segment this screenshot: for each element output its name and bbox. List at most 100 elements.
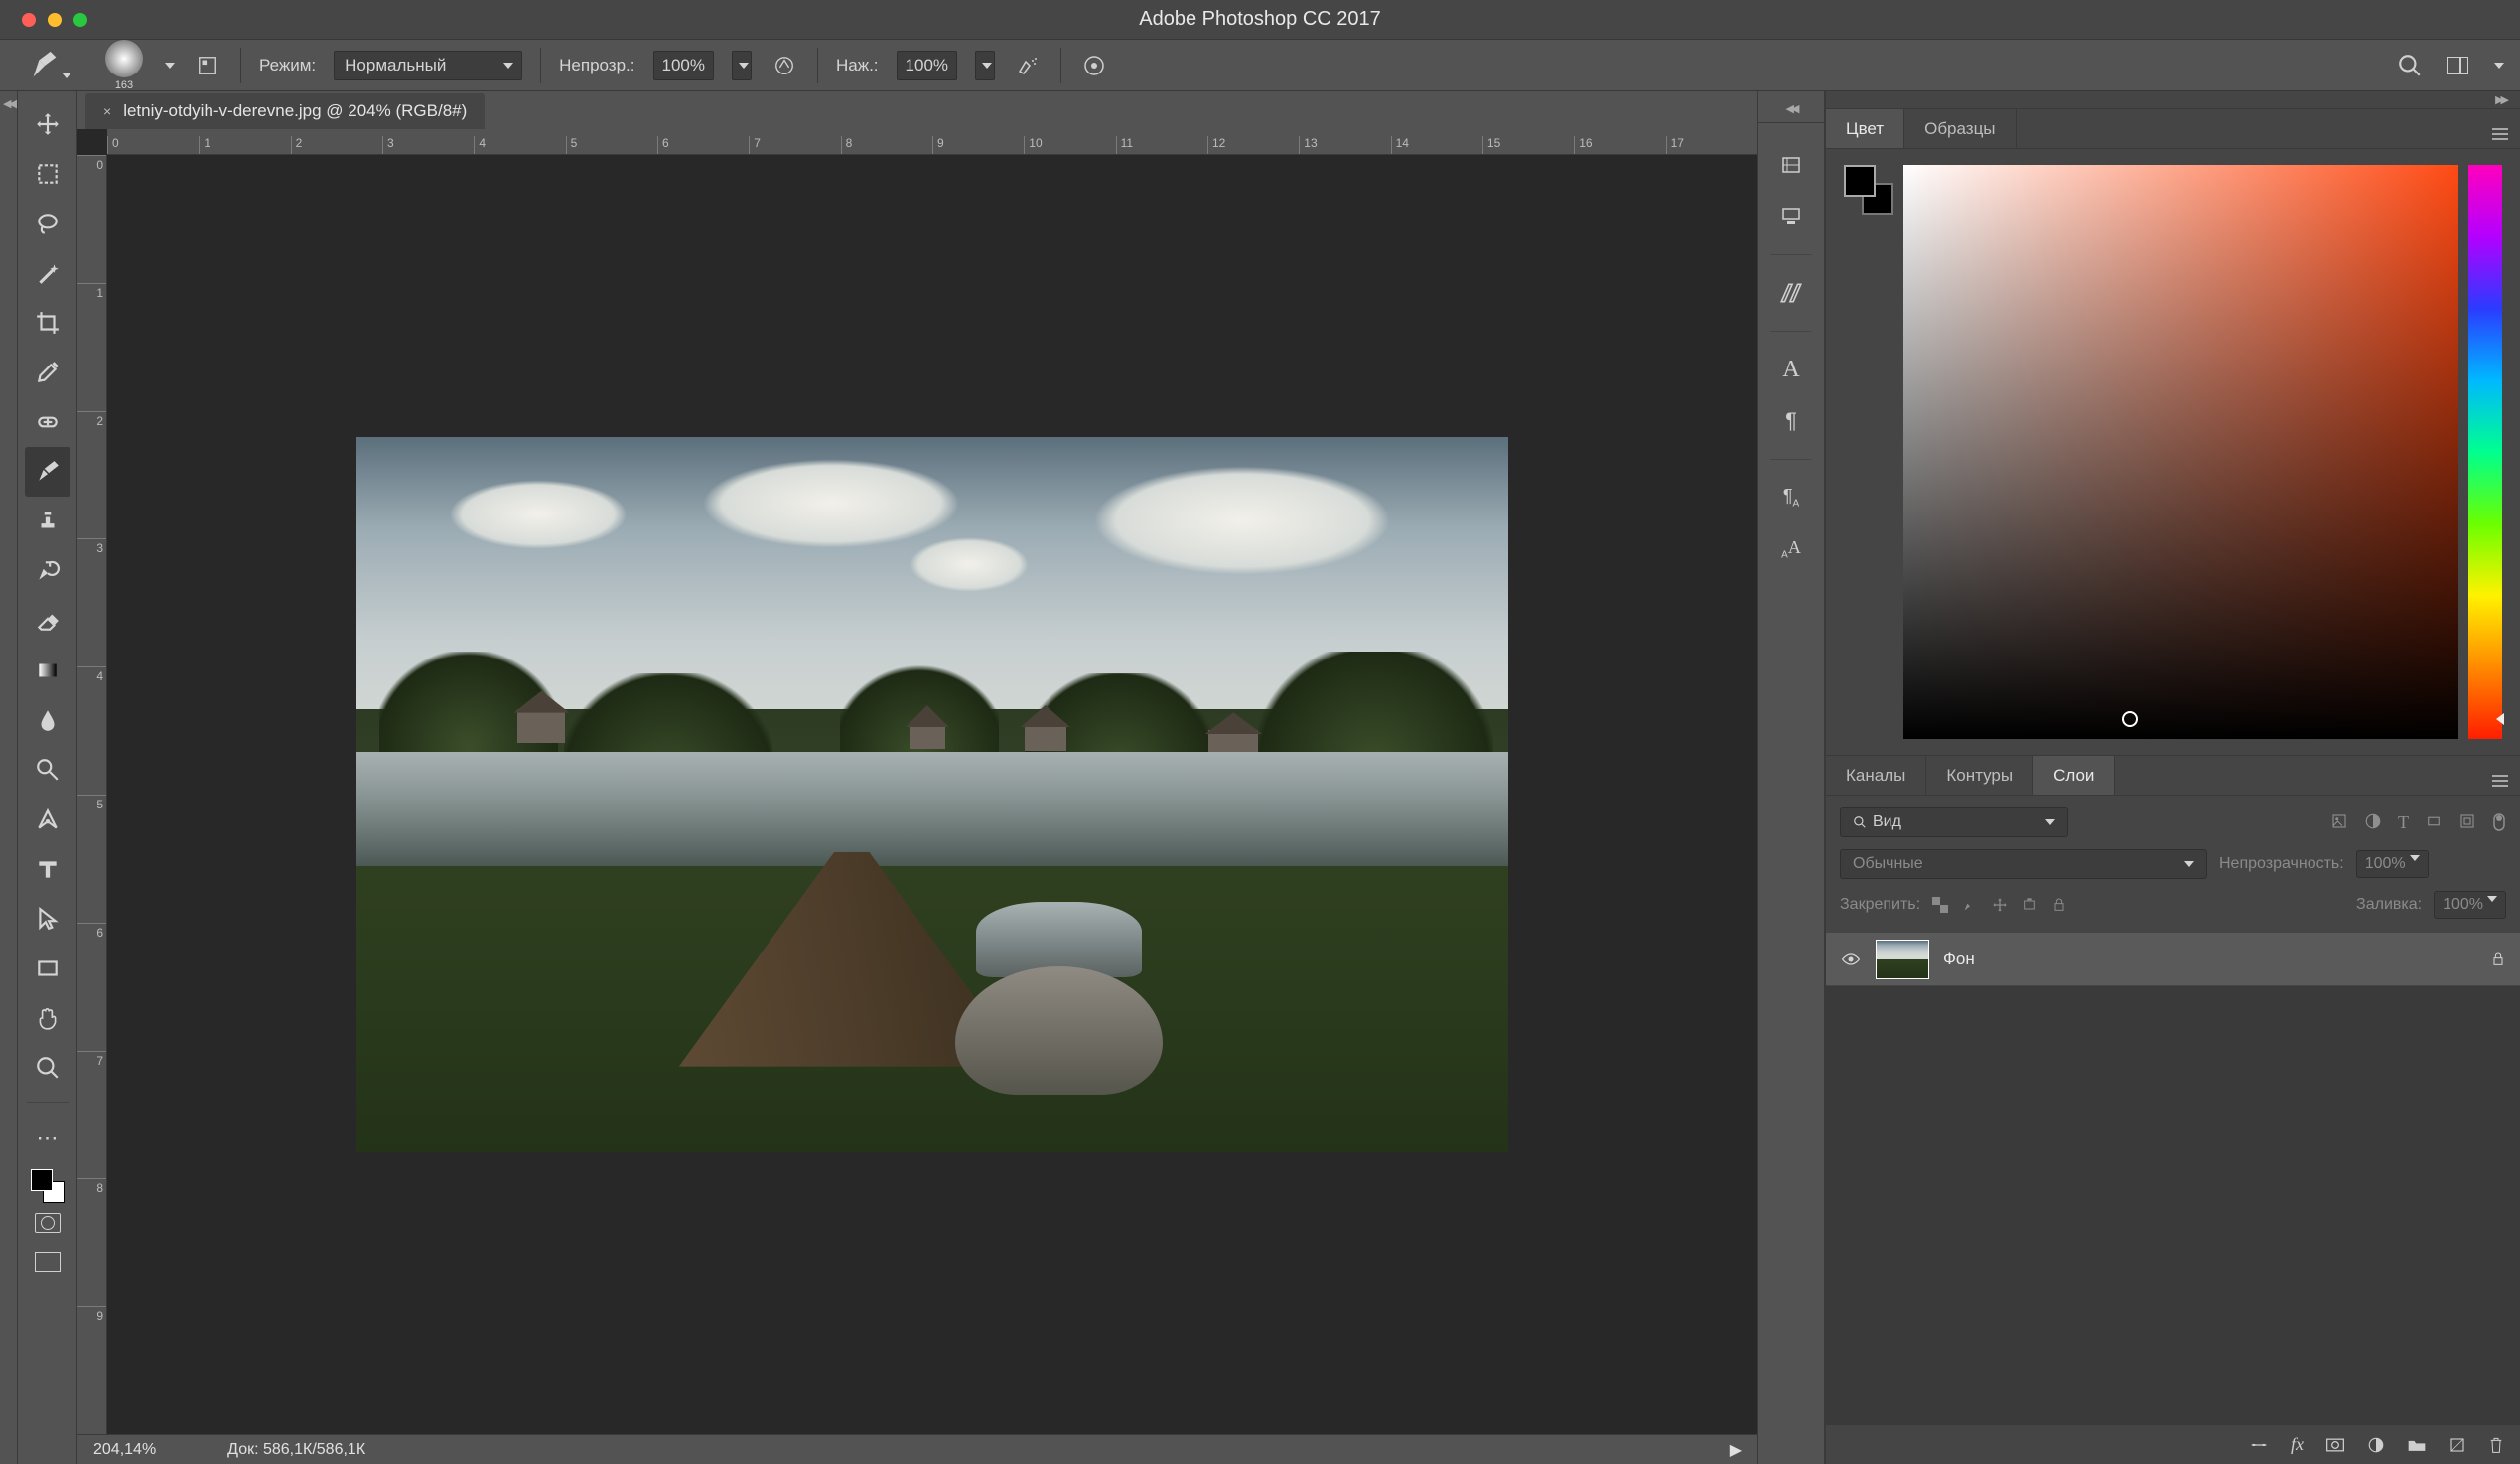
lock-all-icon[interactable]: [2051, 897, 2067, 913]
hand-tool[interactable]: [25, 993, 70, 1043]
close-window-button[interactable]: [22, 13, 36, 27]
dock-collapse-icon[interactable]: ◀◀: [1758, 107, 1824, 123]
new-group-icon[interactable]: [2407, 1437, 2427, 1453]
foreground-background-colors[interactable]: [31, 1169, 65, 1203]
marquee-tool[interactable]: [25, 149, 70, 199]
document-tab[interactable]: × letniy-otdyih-v-derevne.jpg @ 204% (RG…: [85, 93, 485, 129]
minimize-window-button[interactable]: [48, 13, 62, 27]
layer-visibility-icon[interactable]: [1840, 952, 1862, 966]
search-icon[interactable]: [2395, 51, 2425, 80]
layer-style-icon[interactable]: fx: [2291, 1434, 2304, 1455]
flow-field[interactable]: 100%: [897, 51, 957, 80]
brush-preset-picker[interactable]: 163: [105, 40, 143, 91]
delete-layer-icon[interactable]: [2488, 1436, 2504, 1454]
filter-pixel-icon[interactable]: [2330, 812, 2348, 833]
edit-toolbar-icon[interactable]: ⋯: [25, 1113, 70, 1163]
flow-step-button[interactable]: [975, 51, 995, 80]
filter-toggle-icon[interactable]: [2492, 812, 2506, 833]
filter-shape-icon[interactable]: [2425, 812, 2443, 833]
pressure-size-icon[interactable]: [1079, 51, 1109, 80]
horizontal-ruler[interactable]: 01234567891011121314151617: [107, 129, 1757, 155]
chevron-down-icon[interactable]: [2494, 63, 2504, 69]
airbrush-icon[interactable]: [1013, 51, 1043, 80]
paragraph-panel-icon[interactable]: ¶: [1769, 399, 1813, 443]
filter-adjustment-icon[interactable]: [2364, 812, 2382, 833]
blend-mode-select[interactable]: Обычные: [1840, 849, 2207, 879]
blur-tool[interactable]: [25, 695, 70, 745]
tab-layers[interactable]: Слои: [2033, 756, 2115, 795]
color-field[interactable]: [1903, 165, 2458, 739]
filter-smart-icon[interactable]: [2458, 812, 2476, 833]
properties-panel-icon[interactable]: [1769, 195, 1813, 238]
zoom-value[interactable]: 204,14%: [93, 1441, 156, 1459]
pressure-opacity-icon[interactable]: [770, 51, 799, 80]
zoom-tool[interactable]: [25, 1043, 70, 1093]
maximize-window-button[interactable]: [73, 13, 87, 27]
character-styles-icon[interactable]: ¶A: [1769, 476, 1813, 519]
tab-swatches[interactable]: Образцы: [1904, 109, 2016, 148]
path-selection-tool[interactable]: [25, 894, 70, 944]
canvas[interactable]: [107, 155, 1757, 1434]
layer-row[interactable]: Фон: [1826, 933, 2520, 986]
gradient-tool[interactable]: [25, 646, 70, 695]
character-panel-icon[interactable]: A: [1769, 348, 1813, 391]
layer-fill-field[interactable]: 100%: [2434, 891, 2506, 919]
link-layers-icon[interactable]: [2249, 1438, 2269, 1452]
options-bar: 163 Режим: Нормальный Непрозр.: 100% Наж…: [0, 40, 2520, 91]
hue-marker-icon: [2496, 713, 2504, 725]
clone-stamp-tool[interactable]: [25, 497, 70, 546]
lock-position-icon[interactable]: [1992, 897, 2008, 913]
glyphs-panel-icon[interactable]: [1769, 271, 1813, 315]
tab-color[interactable]: Цвет: [1826, 109, 1904, 148]
paragraph-styles-icon[interactable]: AA: [1769, 527, 1813, 571]
layer-opacity-label: Непрозрачность:: [2219, 855, 2344, 873]
tab-channels[interactable]: Каналы: [1826, 756, 1926, 795]
history-brush-tool[interactable]: [25, 546, 70, 596]
arrange-documents-icon[interactable]: [2443, 51, 2472, 80]
pen-tool[interactable]: [25, 795, 70, 844]
chevron-down-icon[interactable]: [165, 63, 175, 69]
eraser-tool[interactable]: [25, 596, 70, 646]
status-menu-icon[interactable]: ▶: [1730, 1440, 1742, 1460]
magic-wand-tool[interactable]: [25, 248, 70, 298]
tab-paths[interactable]: Контуры: [1926, 756, 2033, 795]
rectangle-tool[interactable]: [25, 944, 70, 993]
lock-transparency-icon[interactable]: [1932, 897, 1948, 913]
lasso-tool[interactable]: [25, 199, 70, 248]
panel-menu-icon[interactable]: [2492, 764, 2508, 787]
filter-type-icon[interactable]: T: [2398, 812, 2409, 833]
screen-mode-icon[interactable]: [25, 1243, 70, 1282]
layer-mask-icon[interactable]: [2325, 1437, 2345, 1453]
hue-slider[interactable]: [2468, 165, 2502, 739]
dodge-tool[interactable]: [25, 745, 70, 795]
panel-menu-icon[interactable]: [2492, 117, 2508, 140]
opacity-field[interactable]: 100%: [653, 51, 714, 80]
adjustment-layer-icon[interactable]: [2367, 1436, 2385, 1454]
fg-bg-mini-swatch[interactable]: [1844, 165, 1893, 215]
layer-lock-icon[interactable]: [2490, 951, 2506, 968]
brush-tool[interactable]: [25, 447, 70, 497]
left-edge-strip[interactable]: ◀◀: [0, 91, 18, 1464]
brush-panel-toggle-icon[interactable]: [193, 51, 222, 80]
opacity-step-button[interactable]: [732, 51, 752, 80]
blend-mode-select[interactable]: Нормальный: [334, 51, 522, 80]
panels-collapse-icon[interactable]: ▶▶: [2495, 93, 2506, 106]
current-tool-icon[interactable]: [28, 49, 62, 82]
layer-filter-select[interactable]: Вид: [1840, 807, 2068, 837]
layer-name[interactable]: Фон: [1943, 950, 1975, 969]
layer-opacity-field[interactable]: 100%: [2356, 850, 2429, 878]
move-tool[interactable]: [25, 99, 70, 149]
lock-artboard-icon[interactable]: [2022, 897, 2037, 913]
crop-tool[interactable]: [25, 298, 70, 348]
document-area: × letniy-otdyih-v-derevne.jpg @ 204% (RG…: [77, 91, 1757, 1464]
healing-brush-tool[interactable]: [25, 397, 70, 447]
app-title: Adobe Photoshop CC 2017: [1139, 8, 1381, 31]
type-tool[interactable]: [25, 844, 70, 894]
close-tab-icon[interactable]: ×: [103, 103, 111, 119]
eyedropper-tool[interactable]: [25, 348, 70, 397]
new-layer-icon[interactable]: [2449, 1436, 2466, 1454]
lock-image-icon[interactable]: [1962, 897, 1978, 913]
vertical-ruler[interactable]: 0123456789: [77, 155, 107, 1434]
history-panel-icon[interactable]: [1769, 143, 1813, 187]
quick-mask-icon[interactable]: [25, 1203, 70, 1243]
